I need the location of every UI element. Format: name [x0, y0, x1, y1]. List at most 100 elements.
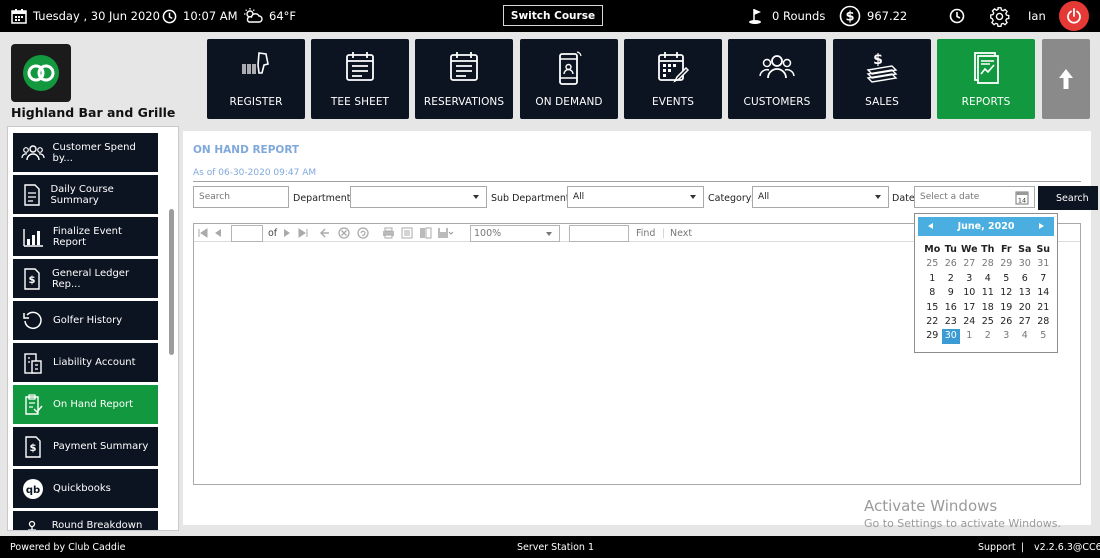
calendar-day[interactable]: 18: [979, 301, 998, 315]
calendar-day[interactable]: 21: [1034, 301, 1053, 315]
calendar-day[interactable]: 27: [960, 257, 979, 271]
sidebar-item-customer-spend[interactable]: Customer Spend by...: [13, 133, 158, 172]
calendar-day[interactable]: 9: [942, 286, 961, 300]
page-number-input[interactable]: [231, 225, 263, 242]
sidebar-item-finalize-event-report[interactable]: Finalize Event Report: [13, 217, 158, 256]
nav-on-demand-button[interactable]: ON DEMAND: [520, 39, 618, 119]
sidebar-item-liability-account[interactable]: Liability Account: [13, 343, 158, 382]
calendar-day[interactable]: 7: [1034, 272, 1053, 286]
nav-sales-button[interactable]: $ SALES: [833, 39, 931, 119]
prev-page-button[interactable]: [214, 224, 222, 242]
back-button[interactable]: [320, 224, 330, 242]
calendar-day[interactable]: 23: [942, 315, 961, 329]
user-name[interactable]: Ian: [1028, 0, 1046, 32]
nav-customers-button[interactable]: CUSTOMERS: [728, 39, 826, 119]
calendar-day[interactable]: 17: [960, 301, 979, 315]
department-select[interactable]: [350, 186, 487, 208]
calendar-day[interactable]: 22: [923, 315, 942, 329]
search-input[interactable]: Search: [193, 186, 289, 208]
date-input[interactable]: Select a date 14: [914, 186, 1035, 208]
calendar-day[interactable]: 29: [997, 257, 1016, 271]
print-button[interactable]: [382, 224, 395, 242]
calendar-day[interactable]: 20: [1016, 301, 1035, 315]
sidebar-item-on-hand-report[interactable]: On Hand Report: [13, 385, 158, 424]
prev-month-icon[interactable]: [928, 223, 933, 229]
calendar-day[interactable]: 25: [923, 257, 942, 271]
find-next-button[interactable]: Next: [670, 224, 692, 242]
find-input[interactable]: [569, 225, 629, 242]
calendar-day[interactable]: 1: [960, 329, 979, 343]
nav-events-button[interactable]: EVENTS: [624, 39, 722, 119]
scrollbar-thumb[interactable]: [169, 209, 174, 355]
calendar-day[interactable]: 30: [1016, 257, 1035, 271]
nav-reports-button[interactable]: REPORTS: [937, 39, 1035, 119]
nav-label: REPORTS: [961, 96, 1011, 108]
sidebar-item-general-ledger-report[interactable]: $ General Ledger Rep...: [13, 259, 158, 298]
last-page-button[interactable]: [298, 224, 308, 242]
calendar-day[interactable]: 11: [979, 286, 998, 300]
next-page-button[interactable]: [283, 224, 291, 242]
calendar-day[interactable]: 6: [1016, 272, 1035, 286]
power-button[interactable]: [1059, 1, 1089, 31]
category-select[interactable]: All: [752, 186, 889, 208]
calendar-day[interactable]: 26: [942, 257, 961, 271]
calendar-day[interactable]: 14: [1034, 286, 1053, 300]
calendar-day[interactable]: 3: [997, 329, 1016, 343]
calendar-day[interactable]: 3: [960, 272, 979, 286]
nav-reservations-button[interactable]: RESERVATIONS: [415, 39, 513, 119]
calendar-month[interactable]: June, 2020: [958, 221, 1015, 232]
zoom-select[interactable]: 100%: [470, 225, 560, 242]
calendar-day[interactable]: 28: [1034, 315, 1053, 329]
search-button[interactable]: Search: [1038, 186, 1098, 210]
calendar-icon[interactable]: 14: [1015, 190, 1029, 205]
subdepartment-select[interactable]: All: [567, 186, 704, 208]
calendar-day[interactable]: 29: [923, 329, 942, 343]
calendar-day[interactable]: 4: [979, 272, 998, 286]
scroll-up-button[interactable]: [1042, 39, 1090, 119]
export-button[interactable]: [437, 224, 454, 242]
settings-button[interactable]: [989, 0, 1010, 32]
calendar-day[interactable]: 28: [979, 257, 998, 271]
balance-display[interactable]: $ 967.22: [839, 0, 907, 32]
calendar-day[interactable]: 12: [997, 286, 1016, 300]
switch-course-button[interactable]: Switch Course: [503, 5, 603, 26]
nav-tee-sheet-button[interactable]: TEE SHEET: [311, 39, 409, 119]
calendar-day[interactable]: 4: [1016, 329, 1035, 343]
rounds-display[interactable]: 0 Rounds: [748, 0, 825, 32]
calendar-day[interactable]: 16: [942, 301, 961, 315]
sidebar-item-quickbooks[interactable]: qb Quickbooks: [13, 469, 158, 508]
calendar-day[interactable]: 24: [960, 315, 979, 329]
calendar-day[interactable]: 26: [997, 315, 1016, 329]
first-page-button[interactable]: [198, 224, 208, 242]
calendar-day[interactable]: 19: [997, 301, 1016, 315]
calendar-day[interactable]: 25: [979, 315, 998, 329]
calendar-day[interactable]: 8: [923, 286, 942, 300]
calendar-day[interactable]: 2: [942, 272, 961, 286]
calendar-day[interactable]: 15: [923, 301, 942, 315]
calendar-day[interactable]: 5: [997, 272, 1016, 286]
sidebar-item-golfer-history[interactable]: Golfer History: [13, 301, 158, 340]
history-clock-button[interactable]: [949, 0, 965, 32]
calendar-day[interactable]: 1: [923, 272, 942, 286]
prev-page-icon: [215, 229, 221, 237]
sidebar-item-round-breakdown[interactable]: Round Breakdown R...: [13, 511, 158, 530]
stop-button[interactable]: [338, 224, 350, 242]
calendar-day[interactable]: 10: [960, 286, 979, 300]
nav-register-button[interactable]: REGISTER: [207, 39, 305, 119]
calendar-day[interactable]: 31: [1034, 257, 1053, 271]
sidebar-scrollbar[interactable]: [166, 131, 176, 526]
calendar-day[interactable]: 27: [1016, 315, 1035, 329]
sidebar-item-payment-summary[interactable]: $ Payment Summary: [13, 427, 158, 466]
calendar-day[interactable]: 5: [1034, 329, 1053, 343]
history-icon: [23, 311, 42, 329]
next-month-icon[interactable]: [1039, 223, 1044, 229]
sidebar-item-daily-course-summary[interactable]: Daily Course Summary: [13, 175, 158, 214]
find-button[interactable]: Find: [636, 224, 655, 242]
calendar-day[interactable]: 2: [979, 329, 998, 343]
refresh-button[interactable]: [357, 224, 369, 242]
calendar-day-selected[interactable]: 30: [941, 329, 960, 344]
print-layout-button[interactable]: [401, 224, 413, 242]
page-setup-button[interactable]: [419, 224, 432, 242]
support-link[interactable]: Support: [978, 542, 1016, 553]
calendar-day[interactable]: 13: [1016, 286, 1035, 300]
